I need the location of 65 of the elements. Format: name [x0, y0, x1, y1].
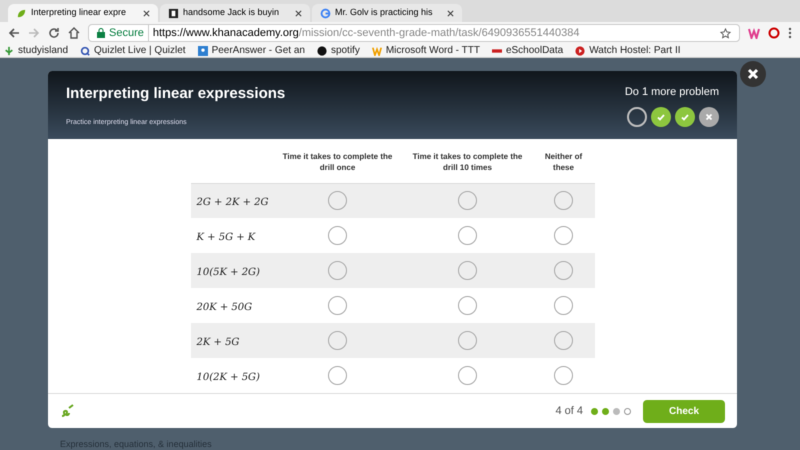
radio-button[interactable] [554, 330, 573, 350]
close-icon[interactable] [143, 10, 150, 16]
radio-button[interactable] [458, 191, 477, 210]
url-text: https://www.khanacademy.org/mission/cc-seventh-grade-math/task/6490936551440384 [152, 26, 580, 41]
tab-icon [168, 8, 179, 18]
tree-icon [4, 46, 14, 56]
bookmark-link[interactable]: Quizlet Live | Quizlet [80, 43, 186, 58]
exercise-title: Interpreting linear expressions [66, 84, 286, 104]
close-icon[interactable] [295, 10, 302, 16]
math-expression: 10(5K + 2G) [196, 266, 260, 278]
reload-icon[interactable] [48, 27, 60, 39]
radio-button[interactable] [328, 296, 347, 315]
radio-button[interactable] [328, 330, 347, 350]
math-expression: 2K + 5G [196, 336, 240, 348]
tab-icon [16, 8, 27, 18]
problem-counter: 4 of 4 [555, 404, 583, 419]
radio-button[interactable] [554, 296, 573, 315]
bookmark-link[interactable]: Watch Hostel: Part II [575, 43, 681, 58]
bookmark-link[interactable]: Microsoft Word - TTT [372, 43, 480, 58]
radio-button[interactable] [458, 330, 477, 350]
bookmark-link[interactable]: PeerAnswer - Get an [198, 43, 305, 58]
disc-icon [316, 46, 327, 56]
lock-icon [97, 28, 105, 38]
extension-icon[interactable] [768, 27, 780, 39]
q-letter-icon [80, 46, 90, 56]
browser-tab[interactable]: Interpreting linear expre [8, 4, 158, 22]
menu-icon[interactable] [788, 27, 792, 39]
star-icon[interactable] [720, 28, 731, 38]
radio-button[interactable] [554, 366, 573, 385]
radio-button[interactable] [554, 260, 573, 280]
radio-button[interactable] [554, 191, 573, 210]
math-expression: 2G + 2K + 2G [196, 196, 269, 208]
close-icon [747, 68, 759, 80]
radio-button[interactable] [458, 366, 477, 385]
browser-tab[interactable]: handsome Jack is buyin [160, 4, 310, 22]
goal-text: Do 1 more problem [624, 85, 719, 100]
radio-button[interactable] [554, 226, 573, 245]
forward-icon[interactable] [28, 27, 40, 39]
w-letter-icon [372, 46, 382, 56]
address-bar[interactable]: Secure https://www.khanacademy.org/mission/cc-seventh-grade-math/task/6490936551440384 [88, 24, 740, 42]
close-icon[interactable] [447, 10, 454, 16]
radio-button[interactable] [458, 296, 477, 315]
radio-button[interactable] [328, 366, 347, 385]
home-icon[interactable] [68, 27, 80, 39]
column-header: Time it takes to complete the drill 10 times [412, 152, 522, 172]
browser-tab[interactable]: Mr. Golv is practicing his [312, 4, 462, 22]
secure-label: Secure [109, 24, 149, 42]
radio-button[interactable] [328, 260, 347, 280]
close-button[interactable] [740, 61, 766, 87]
column-header: Time it takes to complete the drill once [282, 152, 392, 172]
column-header: Neither of these [544, 152, 582, 172]
bookmark-link[interactable]: studyisland [4, 43, 68, 58]
radio-button[interactable] [328, 191, 347, 210]
math-expression: K + 5G + K [196, 232, 256, 242]
radio-button[interactable] [458, 260, 477, 280]
bookmark-link[interactable]: eSchoolData [492, 43, 564, 58]
scratchpad-icon[interactable] [60, 404, 74, 418]
tab-icon [320, 8, 331, 18]
back-icon[interactable] [8, 27, 20, 39]
bookmark-link[interactable]: spotify [316, 43, 360, 58]
math-expression: 20K + 50G [196, 302, 252, 312]
extension-icon[interactable] [748, 27, 760, 39]
radio-button[interactable] [458, 226, 477, 245]
radio-button[interactable] [328, 226, 347, 245]
math-expression: 10(2K + 5G) [196, 372, 260, 382]
